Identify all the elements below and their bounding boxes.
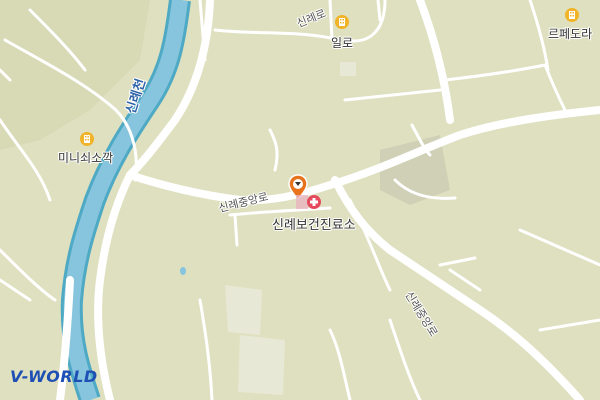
map-viewport[interactable]: 신례천 신례중앙로 신례중앙로 신례로 일로 르페도라 미니쇠소깍 신례보건진료… [0, 0, 600, 400]
place-label-illo[interactable]: 일로 [331, 34, 353, 51]
place-marker-clinic[interactable] [296, 193, 324, 215]
place-label-minisoesokkak[interactable]: 미니쇠소깍 [58, 149, 113, 166]
building-block [238, 335, 285, 395]
building-icon [335, 15, 349, 29]
place-label-clinic[interactable]: 신례보건진료소 [272, 214, 356, 233]
place-marker-minisoesokkak[interactable] [80, 131, 94, 151]
building-block [340, 62, 356, 76]
building-icon [80, 132, 94, 146]
pond [180, 267, 186, 275]
building-block [225, 285, 262, 335]
place-label-lepedora[interactable]: 르페도라 [548, 25, 592, 42]
hospital-icon [296, 195, 321, 209]
place-marker-illo[interactable] [335, 14, 349, 34]
place-marker-lepedora[interactable] [565, 7, 579, 27]
building-icon [565, 8, 579, 22]
vworld-logo: V-WORLD [10, 367, 98, 386]
